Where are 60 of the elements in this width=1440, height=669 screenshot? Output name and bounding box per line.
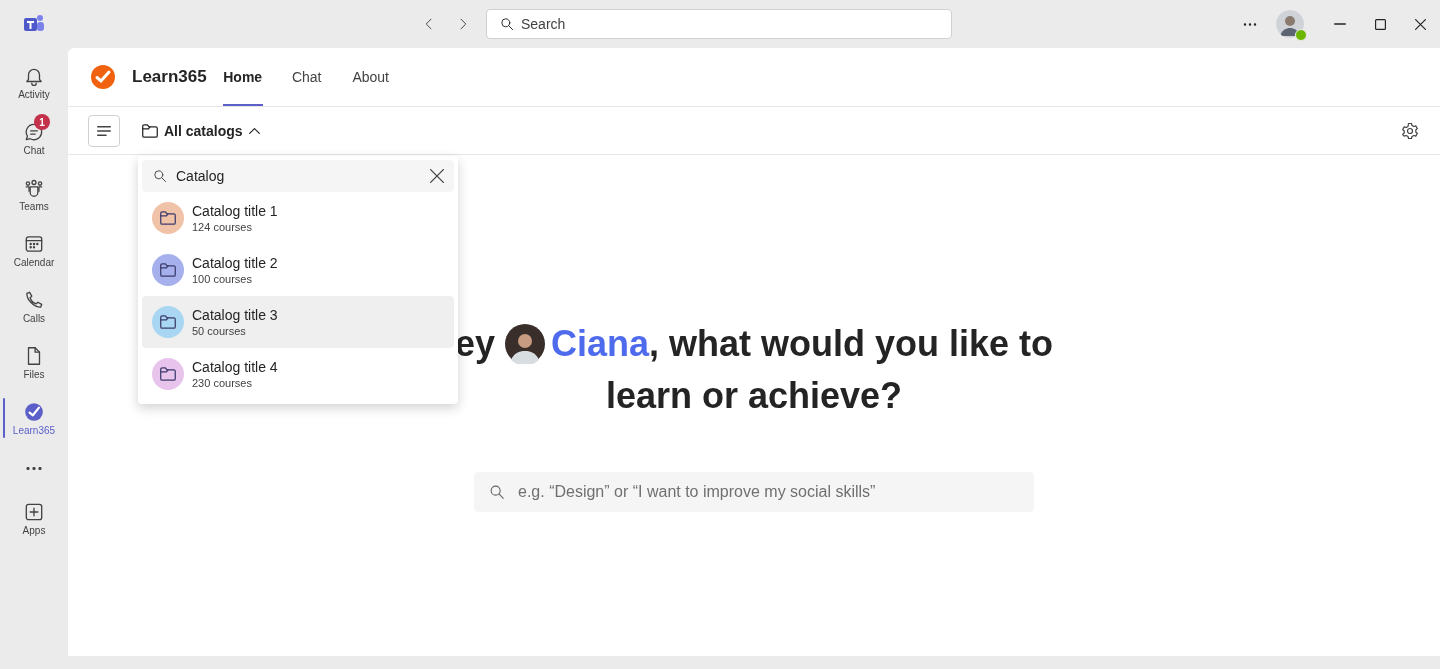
chevron-icon <box>248 127 260 134</box>
catalog-title: Catalog title 1 <box>192 203 278 219</box>
sidebar-item[interactable]: Chat 1 <box>0 110 68 166</box>
tab[interactable]: Home <box>222 48 263 106</box>
more-icon <box>26 466 42 470</box>
sidebar-item[interactable]: Calendar <box>0 222 68 278</box>
course-count: 100 courses <box>192 273 253 285</box>
user-name: Ciana <box>551 323 650 364</box>
goal-search-box[interactable]: e.g. “Design” or “I want to improve my social skills” <box>474 472 1034 512</box>
sidebar-item[interactable]: Teams <box>0 166 68 222</box>
question-text: learn or achieve? <box>605 375 903 416</box>
catalog-dropdown[interactable]: All catalogs <box>142 122 260 139</box>
search-icon <box>152 168 168 184</box>
catalog-item[interactable]: Catalog title 1 124 courses <box>142 192 454 244</box>
settings-icon <box>1400 120 1420 141</box>
folder-icon <box>160 262 176 278</box>
tab[interactable]: Chat <box>286 48 327 106</box>
catalog-item[interactable]: Catalog title 2 100 courses <box>142 244 454 296</box>
folder-icon <box>142 122 158 139</box>
search-box[interactable]: Search <box>486 9 952 39</box>
clear-button[interactable] <box>430 169 444 183</box>
sidebar-item[interactable]: Apps <box>0 490 68 546</box>
catalog-title: Catalog title 4 <box>192 359 278 375</box>
course-count: 124 courses <box>192 221 253 233</box>
catalog-item[interactable]: Catalog title 4 230 courses <box>142 348 454 400</box>
close-icon <box>1414 18 1426 30</box>
user-avatar[interactable] <box>1276 10 1304 38</box>
catalog-title: Catalog title 2 <box>192 255 278 271</box>
minimize-icon <box>1334 23 1346 25</box>
search-icon <box>499 16 515 32</box>
search-icon <box>488 483 506 501</box>
sidebar-item[interactable]: Calls <box>0 278 68 334</box>
catalog-search-box[interactable]: Catalog <box>142 160 454 192</box>
menu-icon <box>97 125 111 136</box>
maximize-icon <box>1374 18 1386 30</box>
catalog-search-field[interactable]: Catalog <box>174 167 424 185</box>
sidebar-item[interactable]: Files <box>0 334 68 390</box>
course-count: 50 courses <box>192 325 247 337</box>
settings-button[interactable] <box>1400 120 1420 141</box>
unread-badge: 1 <box>34 114 50 130</box>
greeting-text: ey <box>454 323 495 364</box>
catalog-title: Catalog title 3 <box>192 307 278 323</box>
sidebar-item[interactable]: Learn365 <box>0 390 68 446</box>
folder-icon <box>160 210 176 226</box>
close-icon <box>430 169 444 183</box>
more-icon <box>1243 22 1257 26</box>
catalog-item[interactable]: Catalog title 3 50 courses <box>142 296 454 348</box>
question-text: , what would you like to <box>649 323 1054 364</box>
goal-search-field[interactable]: e.g. “Design” or “I want to improve my social skills” <box>516 482 1020 502</box>
avatar <box>505 324 545 364</box>
tab[interactable]: About <box>350 48 391 106</box>
search-field[interactable]: Search <box>521 11 939 37</box>
folder-icon <box>160 366 176 382</box>
menu-button[interactable] <box>88 114 120 147</box>
app-name: Learn365 <box>132 67 207 87</box>
folder-icon <box>160 314 176 330</box>
app-logo <box>90 64 116 90</box>
sidebar-item[interactable]: Activity <box>0 54 68 110</box>
course-count: 230 courses <box>192 377 253 389</box>
checkmark-icon <box>23 400 45 423</box>
